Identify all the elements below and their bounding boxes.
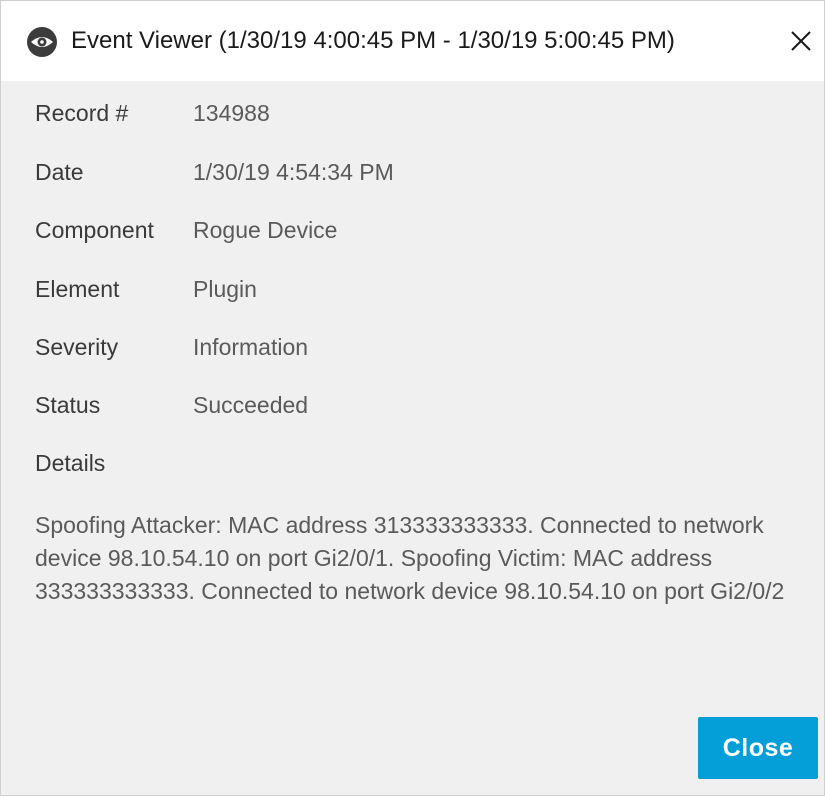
field-label: Element: [35, 276, 120, 302]
event-viewer-dialog: Event Viewer (1/30/19 4:00:45 PM - 1/30/…: [0, 0, 825, 796]
field-label: Severity: [35, 334, 119, 360]
details-text: Spoofing Attacker: MAC address 313333333…: [35, 512, 785, 604]
title-bar: Event Viewer (1/30/19 4:00:45 PM - 1/30/…: [1, 1, 824, 81]
field-value: Plugin: [193, 276, 257, 302]
eye-icon: [27, 27, 57, 57]
field-label: Record #: [35, 100, 129, 126]
close-icon[interactable]: [785, 25, 817, 57]
field-value: 134988: [193, 100, 270, 126]
field-label: Status: [35, 392, 101, 418]
event-details-panel: Record # 134988 Date 1/30/19 4:54:34 PM …: [1, 81, 824, 795]
field-value: Rogue Device: [193, 217, 338, 243]
field-label: Component: [35, 217, 154, 243]
field-label: Date: [35, 159, 84, 185]
field-value: 1/30/19 4:54:34 PM: [193, 159, 394, 185]
close-button[interactable]: Close: [698, 717, 818, 779]
window-title: Event Viewer (1/30/19 4:00:45 PM - 1/30/…: [71, 27, 675, 54]
field-value: Succeeded: [193, 392, 309, 418]
field-value: Information: [193, 334, 309, 360]
details-label: Details: [35, 450, 106, 476]
